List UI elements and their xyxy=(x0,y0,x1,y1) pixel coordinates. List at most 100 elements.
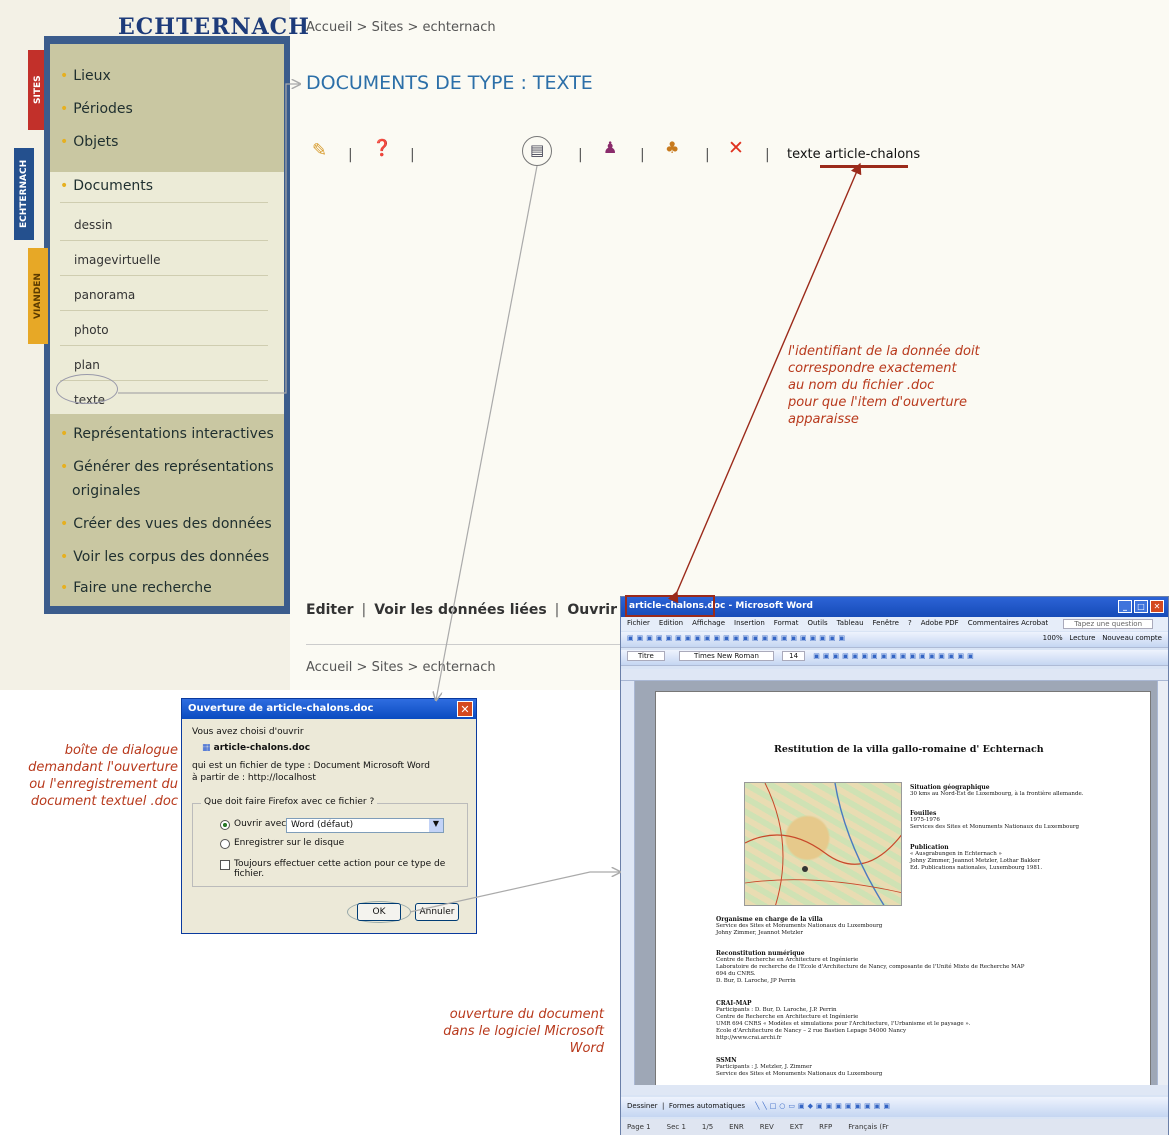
sidebar-item-documents[interactable]: • Documents xyxy=(60,178,153,194)
bullet-icon: • xyxy=(60,134,69,150)
help-icon[interactable]: ❓ xyxy=(372,138,392,157)
doc-text: Service des Sites et Monuments Nationaux… xyxy=(716,1071,883,1077)
document-heading: Restitution de la villa gallo-romaine d'… xyxy=(774,744,1044,755)
submenu-item-plan[interactable]: plan xyxy=(74,358,100,372)
always-checkbox[interactable] xyxy=(220,860,230,870)
menu-tableau[interactable]: Tableau xyxy=(837,619,864,627)
doc-text: Service des Sites et Monuments Nationaux… xyxy=(716,923,883,929)
annotation-identifier: l'identifiant de la donnée doit correspo… xyxy=(788,343,1028,428)
sidebar-item-corpus[interactable]: • Voir les corpus des données xyxy=(60,549,269,565)
menu-insertion[interactable]: Insertion xyxy=(734,619,765,627)
open-with-select[interactable]: Word (défaut) ▼ xyxy=(286,818,444,833)
close-icon[interactable]: ✕ xyxy=(1150,600,1164,613)
chevron-down-icon[interactable]: ▼ xyxy=(429,819,443,832)
doc-crai: CRAI-MAP Participants : D. Bur, D. Laroc… xyxy=(716,1000,970,1042)
status-enr: ENR xyxy=(729,1123,744,1131)
menu-adobe-pdf[interactable]: Adobe PDF xyxy=(921,619,959,627)
tab-echternach[interactable]: ECHTERNACH xyxy=(14,148,34,240)
menu-fenetre[interactable]: Fenêtre xyxy=(873,619,899,627)
save-label[interactable]: Enregistrer sur le disque xyxy=(234,838,344,848)
minimize-icon[interactable]: _ xyxy=(1118,600,1132,613)
doc-subtitle: Publication xyxy=(910,844,949,851)
save-radio[interactable] xyxy=(220,839,230,849)
close-icon[interactable]: ✕ xyxy=(457,701,473,717)
menu-commentaires[interactable]: Commentaires Acrobat xyxy=(968,619,1048,627)
menu-help[interactable]: ? xyxy=(908,619,912,627)
horizontal-ruler[interactable] xyxy=(621,669,1168,681)
submenu-item-photo[interactable]: photo xyxy=(74,323,109,337)
cancel-button[interactable]: Annuler xyxy=(415,903,459,921)
question-input[interactable]: Tapez une question xyxy=(1063,619,1153,629)
sidebar-item-objets[interactable]: • Objets xyxy=(60,134,118,150)
menu-fichier[interactable]: Fichier xyxy=(627,619,650,627)
toolbar-separator: | xyxy=(578,147,583,163)
edit-link[interactable]: Editer xyxy=(306,602,353,618)
tab-vianden[interactable]: VIANDEN xyxy=(28,248,48,344)
vertical-scrollbar[interactable] xyxy=(1157,681,1168,1085)
doc-text: Participants : J. Metzler, J. Zimmer xyxy=(716,1064,812,1070)
size-select[interactable]: 14 xyxy=(782,651,806,661)
ok-button[interactable]: OK xyxy=(357,903,401,921)
menu-format[interactable]: Format xyxy=(774,619,799,627)
sidebar-item-representations[interactable]: • Représentations interactives xyxy=(60,426,274,442)
menu-affichage[interactable]: Affichage xyxy=(692,619,725,627)
doc-subtitle: Organisme en charge de la villa xyxy=(716,916,823,923)
horizontal-scrollbar[interactable] xyxy=(621,1085,1168,1095)
location-map-image xyxy=(744,782,902,906)
draw-menu[interactable]: Dessiner xyxy=(627,1102,658,1110)
bullet-icon: • xyxy=(60,580,69,596)
sidebar-item-periodes[interactable]: • Périodes xyxy=(60,101,133,117)
submenu-item-dessin[interactable]: dessin xyxy=(74,218,112,232)
font-select[interactable]: Times New Roman xyxy=(679,651,774,661)
sidebar-item-label-cont[interactable]: originales xyxy=(72,483,140,499)
reading-button[interactable]: Lecture xyxy=(1069,634,1095,642)
breadcrumb-bottom[interactable]: Accueil > Sites > echternach xyxy=(306,660,496,675)
toolbar-icons[interactable]: ▣▣▣▣▣▣▣▣▣▣▣▣▣▣▣▣▣▣▣▣▣▣▣ xyxy=(627,634,848,642)
menu-outils[interactable]: Outils xyxy=(807,619,827,627)
note-line: boîte de dialogue xyxy=(64,743,178,758)
draw-icons[interactable]: ╲╲□○▭▣◆▣▣▣▣▣▣▣▣ xyxy=(755,1102,893,1110)
dialog-titlebar[interactable]: Ouverture de article-chalons.doc ✕ xyxy=(182,699,476,719)
sidebar-item-generer[interactable]: • Générer des représentations xyxy=(60,459,274,475)
document-page[interactable]: Restitution de la villa gallo-romaine d'… xyxy=(655,691,1151,1091)
doc-text: D. Bur, D. Laroche, JP Perrin xyxy=(716,978,796,984)
style-select[interactable]: Titre xyxy=(627,651,665,661)
sidebar-item-label: Créer des vues des données xyxy=(73,516,272,532)
open-link[interactable]: Ouvrir xyxy=(567,602,617,618)
highlight-box-title xyxy=(625,595,715,617)
vertical-ruler[interactable] xyxy=(621,681,635,1085)
note-line: ou l'enregistrement du xyxy=(29,777,178,792)
format-icons[interactable]: ▣▣▣▣▣▣▣▣▣▣▣▣▣▣▣▣▣ xyxy=(813,652,976,660)
word-window: article-chalons.doc - Microsoft Word _ □ ✕… xyxy=(620,595,1169,1135)
sidebar-item-creer-vues[interactable]: • Créer des vues des données xyxy=(60,516,272,532)
linked-user-icon[interactable]: ♟ xyxy=(603,138,617,157)
breadcrumb[interactable]: Accueil > Sites > echternach xyxy=(306,20,496,35)
edit-pencil-icon[interactable]: ✎ xyxy=(312,140,327,161)
item-identifier: texte article-chalons xyxy=(787,147,920,162)
group-users-icon[interactable]: ♣ xyxy=(665,138,679,157)
sidebar-item-label: Objets xyxy=(73,134,119,150)
group-legend: Que doit faire Firefox avec ce fichier ? xyxy=(201,797,378,807)
sidebar-item-recherche[interactable]: • Faire une recherche xyxy=(60,580,212,596)
open-with-radio[interactable] xyxy=(220,820,230,830)
doc-text: Participants : D. Bur, D. Laroche, J.P. … xyxy=(716,1007,837,1013)
zoom-select[interactable]: 100% xyxy=(1043,634,1063,642)
map-roads xyxy=(745,783,901,905)
autoshapes-menu[interactable]: Formes automatiques xyxy=(669,1102,745,1110)
always-label[interactable]: Toujours effectuer cette action pour ce … xyxy=(234,859,476,879)
submenu-item-imagevirtuelle[interactable]: imagevirtuelle xyxy=(74,253,161,267)
doc-organisme: Organisme en charge de la villa Service … xyxy=(716,916,882,937)
select-value: Word (défaut) xyxy=(291,820,354,830)
item-id-label[interactable]: article-chalons xyxy=(825,147,920,162)
new-account-button[interactable]: Nouveau compte xyxy=(1102,634,1162,642)
sidebar-item-lieux[interactable]: • Lieux xyxy=(60,68,111,84)
linked-data-link[interactable]: Voir les données liées xyxy=(374,602,546,618)
item-type-label: texte xyxy=(787,147,821,162)
menu-edition[interactable]: Edition xyxy=(659,619,683,627)
delete-icon[interactable]: ✕ xyxy=(728,137,744,159)
submenu-item-panorama[interactable]: panorama xyxy=(74,288,135,302)
maximize-icon[interactable]: □ xyxy=(1134,600,1148,613)
open-with-label[interactable]: Ouvrir avec xyxy=(234,819,286,829)
open-document-icon[interactable]: ▤ xyxy=(530,141,544,159)
window-buttons: _ □ ✕ xyxy=(1116,600,1164,613)
